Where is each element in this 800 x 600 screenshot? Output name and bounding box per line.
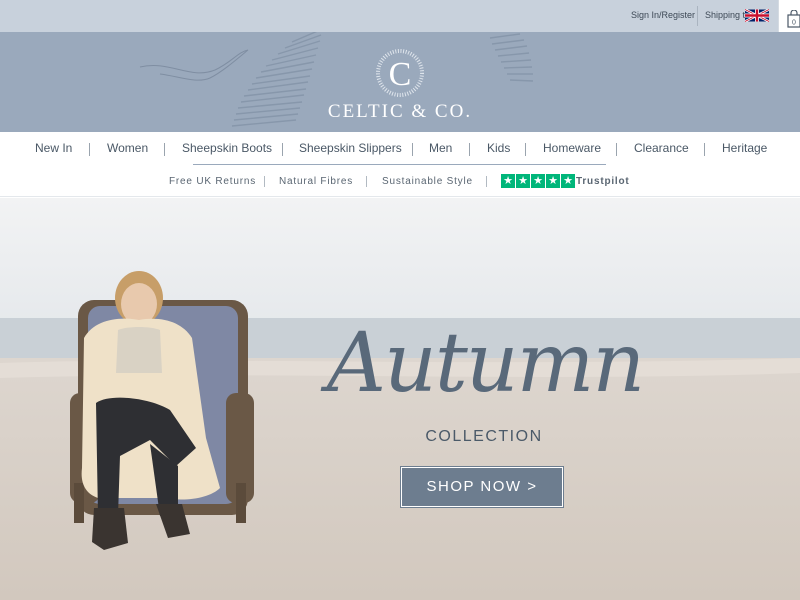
usp-divider — [366, 176, 367, 187]
nav-item-women[interactable]: Women — [107, 141, 148, 155]
nav-divider — [616, 143, 617, 156]
nav-divider — [412, 143, 413, 156]
nav-item-homeware[interactable]: Homeware — [543, 141, 601, 155]
hero-subheadline: COLLECTION — [425, 428, 543, 445]
uk-flag-icon[interactable] — [745, 9, 769, 22]
star-icon: ★ — [546, 174, 560, 188]
star-icon: ★ — [561, 174, 575, 188]
nav-item-kids[interactable]: Kids — [487, 141, 510, 155]
nav-divider — [282, 143, 283, 156]
shop-now-button[interactable]: SHOP NOW > — [401, 467, 563, 507]
brand-logo-text[interactable]: CELTIC & CO. — [300, 101, 500, 123]
hero-banner[interactable]: Autumn COLLECTION SHOP NOW > — [0, 198, 800, 600]
star-icon: ★ — [516, 174, 530, 188]
hero-headline: Autumn — [326, 316, 645, 411]
star-icon: ★ — [501, 174, 515, 188]
usp-natural-fibres: Natural Fibres — [279, 176, 353, 187]
top-utility-bar: Sign In/Register Shipping to 0 — [0, 0, 800, 42]
celtic-logo-mark: C — [376, 49, 424, 97]
nav-divider — [704, 143, 705, 156]
logo-letter: C — [389, 56, 412, 93]
usp-sustainable-style: Sustainable Style — [382, 176, 473, 187]
nav-item-sheepskin-slippers[interactable]: Sheepskin Slippers — [299, 141, 402, 155]
nav-divider — [525, 143, 526, 156]
nav-divider — [164, 143, 165, 156]
topbar-divider — [697, 6, 698, 26]
trustpilot-label[interactable]: Trustpilot — [576, 176, 630, 187]
nav-divider — [89, 143, 90, 156]
trustpilot-stars[interactable]: ★ ★ ★ ★ ★ — [501, 174, 575, 188]
bag-count: 0 — [792, 20, 796, 27]
usp-divider — [486, 176, 487, 187]
nav-item-men[interactable]: Men — [429, 141, 452, 155]
sign-in-register-link[interactable]: Sign In/Register — [631, 10, 695, 20]
usp-strip: Free UK Returns Natural Fibres Sustainab… — [0, 165, 800, 197]
usp-divider — [264, 176, 265, 187]
nav-divider — [469, 143, 470, 156]
usp-free-returns: Free UK Returns — [169, 176, 257, 187]
nav-item-new-in[interactable]: New In — [35, 141, 72, 155]
nav-item-sheepskin-boots[interactable]: Sheepskin Boots — [182, 141, 272, 155]
brand-header: C CELTIC & CO. — [0, 32, 800, 132]
main-navigation: New In Women Sheepskin Boots Sheepskin S… — [0, 132, 800, 165]
shipping-to-label[interactable]: Shipping to — [705, 10, 750, 20]
nav-item-clearance[interactable]: Clearance — [634, 141, 689, 155]
shopping-bag-icon: 0 — [787, 10, 800, 28]
star-icon: ★ — [531, 174, 545, 188]
nav-item-heritage[interactable]: Heritage — [722, 141, 767, 155]
